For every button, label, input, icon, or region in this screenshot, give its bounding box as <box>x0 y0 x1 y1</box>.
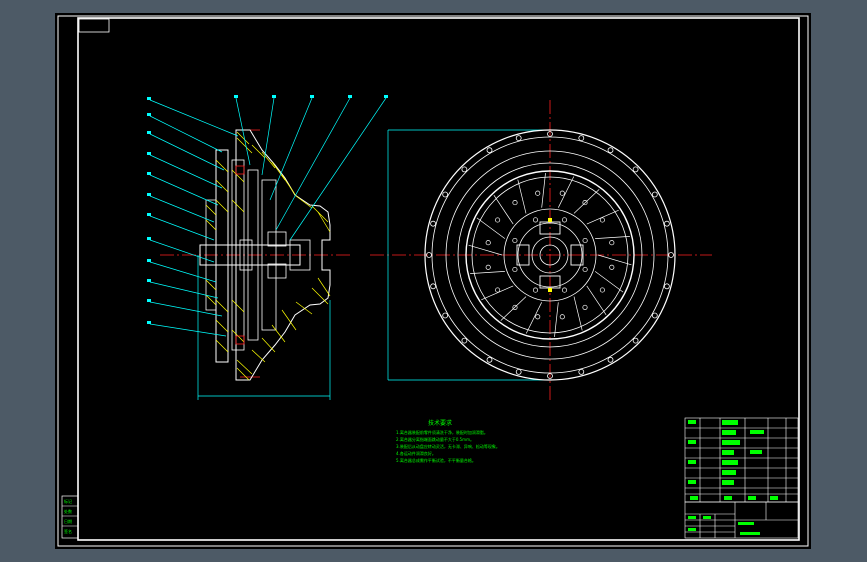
bolt-hole <box>651 191 658 198</box>
segment-line <box>597 254 632 266</box>
bolt-hole <box>515 368 522 375</box>
bolt-hole <box>664 220 670 227</box>
section-view <box>147 95 388 400</box>
segment-line <box>517 179 527 214</box>
corner-tag <box>78 18 110 33</box>
bolt-hole <box>442 191 449 198</box>
rivet-hole <box>582 237 588 244</box>
rivet-hole <box>561 217 568 223</box>
segment-line <box>594 271 624 293</box>
segment-line <box>586 285 607 315</box>
bolt-hole <box>632 337 639 344</box>
rivet-hole <box>485 264 491 270</box>
cad-drawing: 技术要求 1.离合器装配前零件须清洗干净，装配时加润滑脂。 2.离合器分离指端面… <box>57 15 809 547</box>
rivet-hole <box>512 266 518 273</box>
bolt-hole <box>486 356 493 363</box>
bolt-hole <box>632 166 639 173</box>
segment-line <box>595 236 630 239</box>
side-label: 处数 <box>64 508 72 514</box>
segment-line <box>476 217 506 239</box>
front-view <box>370 100 712 400</box>
rivet-hole <box>532 287 539 293</box>
side-label: 日期 <box>64 518 72 524</box>
bolt-hole <box>442 312 449 319</box>
bolt-hole <box>486 147 493 154</box>
side-label: 标记 <box>64 498 72 504</box>
rivet-hole <box>559 190 565 196</box>
technical-notes: 技术要求 1.离合器装配前零件须清洗干净，装配时加润滑脂。 2.离合器分离指端面… <box>396 419 500 463</box>
rivet-hole <box>532 217 539 223</box>
rivet-hole <box>495 287 501 293</box>
bolt-hole <box>430 220 437 227</box>
notes-line: 1.离合器装配前零件须清洗干净，装配时加润滑脂。 <box>396 429 488 435</box>
notes-line: 2.离合器分离指端面跳动量不大于0.5mm。 <box>396 436 474 442</box>
bolt-hole <box>430 283 437 290</box>
outer-border <box>57 15 809 547</box>
rivet-hole <box>609 264 615 270</box>
rivet-hole <box>559 314 565 320</box>
side-label: 签名 <box>64 528 72 534</box>
rivet-hole <box>599 217 605 223</box>
segment-line <box>493 195 514 225</box>
segment-line <box>554 302 559 337</box>
bolt-hole <box>664 283 670 290</box>
rivet-hole <box>535 190 541 196</box>
rivet-hole <box>582 304 588 310</box>
segment-line <box>541 173 546 208</box>
bolt-hole <box>578 135 585 142</box>
bolt-hole <box>515 135 522 142</box>
notes-title: 技术要求 <box>428 419 452 427</box>
segment-line <box>468 244 503 256</box>
rivet-hole <box>599 287 605 293</box>
rivet-hole <box>561 287 568 293</box>
side-revision-strip: 标记 处数 日期 签名 <box>61 495 79 539</box>
rivet-hole <box>609 240 615 246</box>
rivet-hole <box>495 217 501 223</box>
bolt-hole <box>578 368 585 375</box>
rivet-hole <box>512 237 518 244</box>
bolt-hole <box>607 147 614 154</box>
segment-line <box>573 296 583 331</box>
notes-line: 4.各运动件润滑良好。 <box>396 450 436 456</box>
rivet-hole <box>485 240 491 246</box>
bolt-hole <box>461 337 468 344</box>
rivet-hole <box>535 314 541 320</box>
bolt-hole <box>607 356 614 363</box>
segment-line <box>470 271 505 274</box>
rivet-hole <box>512 200 518 206</box>
notes-line: 3.装配后从动盘应转动灵活，无卡滞、异响、松动等现象。 <box>396 443 500 449</box>
rivet-hole <box>582 266 588 273</box>
notes-line: 5.离合器总成需作平衡试验，不平衡量合格。 <box>396 457 476 463</box>
bolt-hole <box>651 312 658 319</box>
parts-list <box>684 417 799 503</box>
bolt-hole <box>461 166 468 173</box>
